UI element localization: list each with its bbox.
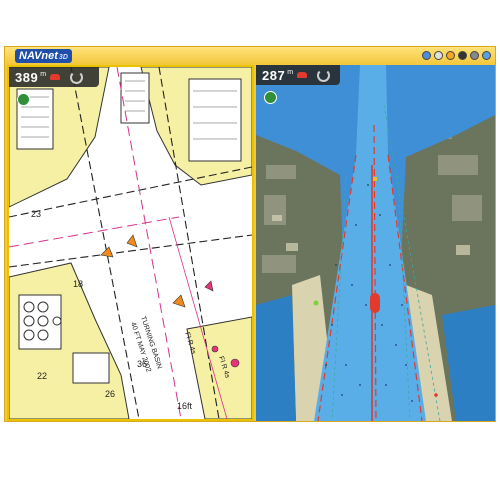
logo-text: NAVnet bbox=[19, 50, 58, 62]
refresh-icon[interactable] bbox=[70, 70, 84, 84]
chart-label-sounding-23: 23 bbox=[31, 209, 41, 219]
refresh-icon[interactable] bbox=[317, 68, 331, 82]
range-unit: m bbox=[40, 70, 47, 78]
window-icon[interactable] bbox=[482, 51, 491, 60]
logo-subtext: 3D bbox=[58, 54, 68, 61]
satellite-chart-pane[interactable]: 287 m bbox=[256, 65, 495, 421]
vessel-icon bbox=[50, 74, 61, 80]
range-value: 287 bbox=[262, 67, 286, 83]
navnet-app-window: NAVnet3D TURNING BASIN 40 FT MAY 2002 FI… bbox=[4, 46, 496, 422]
boat-icon[interactable] bbox=[458, 51, 467, 60]
globe-icon[interactable] bbox=[422, 51, 431, 60]
vector-chart-pane[interactable]: TURNING BASIN 40 FT MAY 2002 FI R 4s FI … bbox=[7, 65, 254, 421]
range-value: 389 bbox=[15, 69, 39, 85]
settings-icon[interactable] bbox=[434, 51, 443, 60]
chart-label-sounding-26: 26 bbox=[105, 389, 115, 399]
title-bar: NAVnet3D bbox=[5, 47, 495, 65]
wind-icon[interactable] bbox=[470, 51, 479, 60]
vessel-marker[interactable] bbox=[370, 293, 380, 313]
chart-label-sounding-22: 22 bbox=[37, 371, 47, 381]
status-tray bbox=[422, 51, 491, 60]
range-unit: m bbox=[287, 68, 294, 76]
navnet-logo: NAVnet3D bbox=[15, 49, 72, 63]
range-readout: 389 m bbox=[9, 67, 99, 87]
range-readout: 287 m bbox=[256, 65, 340, 85]
chart-label-depth-16ft: 16ft bbox=[177, 401, 193, 411]
north-up-icon[interactable] bbox=[264, 91, 277, 104]
chart-label-sounding-18: 18 bbox=[73, 279, 83, 289]
vessel-icon bbox=[297, 72, 308, 78]
chart-label-sounding-36: 36 bbox=[137, 359, 147, 369]
nautical-chart[interactable]: TURNING BASIN 40 FT MAY 2002 FI R 4s FI … bbox=[9, 67, 252, 419]
sun-icon[interactable] bbox=[446, 51, 455, 60]
north-up-icon[interactable] bbox=[17, 93, 30, 106]
satellite-map[interactable] bbox=[256, 65, 495, 421]
